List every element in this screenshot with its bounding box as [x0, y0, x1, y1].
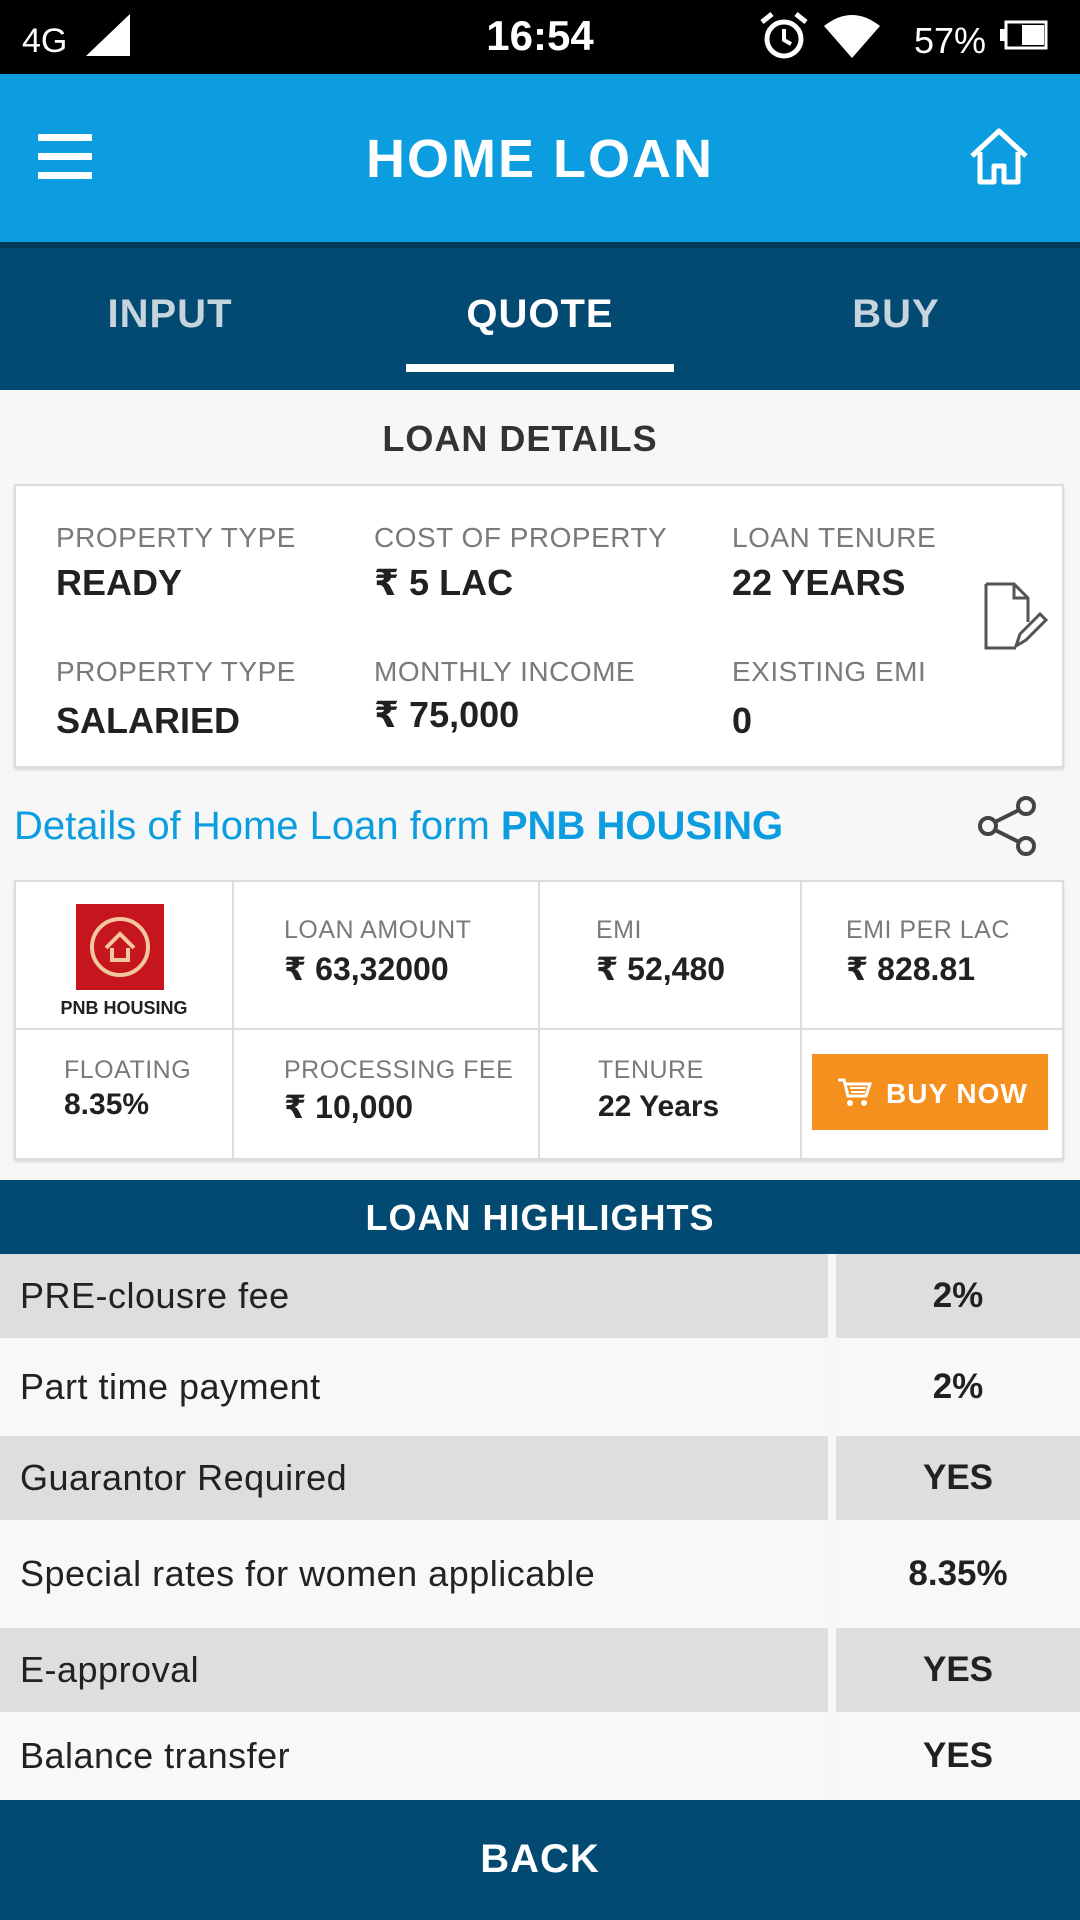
pnb-housing-logo — [76, 904, 164, 990]
highlight-value: YES — [836, 1712, 1080, 1800]
tab-buy[interactable]: BUY — [716, 292, 1076, 337]
emi-value: ₹ 52,480 — [596, 951, 726, 987]
wifi-icon — [824, 15, 880, 58]
heading-prefix: Details of Home Loan form — [14, 804, 501, 848]
detail-value: SALARIED — [56, 700, 241, 741]
highlight-name: Special rates for women applicable — [0, 1520, 828, 1628]
highlight-value: YES — [836, 1628, 1080, 1712]
share-icon[interactable] — [976, 796, 1042, 856]
loan-amount-value: ₹ 63,32000 — [284, 951, 449, 987]
highlight-value: 8.35% — [836, 1520, 1080, 1628]
lender-details-heading: Details of Home Loan form PNB HOUSING — [14, 804, 783, 849]
detail-label: COST OF PROPERTY — [374, 522, 668, 553]
buy-now-button[interactable]: BUY NOW — [812, 1054, 1048, 1130]
detail-label: PROPERTY TYPE — [56, 522, 296, 553]
battery-icon — [1000, 20, 1048, 50]
page-title: HOME LOAN — [366, 129, 714, 189]
tab-bar: INPUT QUOTE BUY — [0, 242, 1080, 390]
quote-card: PNB HOUSING LOAN AMOUNT ₹ 63,32000 EMI ₹… — [14, 880, 1064, 1160]
detail-label: EXISTING EMI — [732, 656, 927, 687]
logo-caption: PNB HOUSING — [60, 998, 188, 1018]
tenure-value: 22 Years — [598, 1090, 720, 1123]
highlight-row: Special rates for women applicable 8.35% — [0, 1520, 1080, 1628]
highlight-value: 2% — [836, 1338, 1080, 1436]
divider — [232, 882, 234, 1158]
detail-label: MONTHLY INCOME — [374, 656, 636, 687]
app-bar: HOME LOAN — [0, 74, 1080, 242]
active-tab-indicator — [406, 364, 674, 372]
loan-highlights-header: LOAN HIGHLIGHTS — [0, 1180, 1080, 1254]
tab-quote[interactable]: QUOTE — [360, 292, 720, 337]
rate-type-label: FLOATING — [64, 1056, 192, 1084]
tab-input[interactable]: INPUT — [0, 292, 350, 337]
emi-per-lac-value: ₹ 828.81 — [846, 951, 976, 987]
highlight-row: Balance transfer YES — [0, 1712, 1080, 1800]
edit-icon[interactable] — [982, 582, 1048, 652]
highlight-name: E-approval — [0, 1628, 828, 1712]
loan-amount-label: LOAN AMOUNT — [284, 916, 472, 944]
interest-rate-value: 8.35% — [64, 1088, 150, 1121]
processing-fee-label: PROCESSING FEE — [284, 1056, 514, 1084]
emi-per-lac-label: EMI PER LAC — [846, 916, 1010, 944]
highlight-value: YES — [836, 1436, 1080, 1520]
status-bar: 4G 16:54 57% — [0, 0, 1080, 74]
divider — [800, 882, 802, 1158]
highlight-row: PRE-clousre fee 2% — [0, 1254, 1080, 1338]
highlight-name: Part time payment — [0, 1338, 828, 1436]
detail-value: READY — [56, 562, 183, 603]
highlight-name: PRE-clousre fee — [0, 1254, 828, 1338]
highlight-row: Guarantor Required YES — [0, 1436, 1080, 1520]
alarm-icon — [760, 12, 808, 59]
detail-value: 0 — [732, 700, 753, 741]
detail-label: LOAN TENURE — [732, 522, 937, 553]
highlight-value: 2% — [836, 1254, 1080, 1338]
detail-value: ₹ 5 LAC — [374, 562, 514, 603]
cart-icon — [838, 1078, 872, 1106]
buy-now-label: BUY NOW — [886, 1078, 1028, 1109]
lender-name: PNB HOUSING — [500, 804, 784, 848]
highlight-name: Guarantor Required — [0, 1436, 828, 1520]
detail-value: ₹ 75,000 — [374, 694, 520, 735]
detail-value: 22 YEARS — [732, 562, 906, 603]
loan-details-card: PROPERTY TYPE READY COST OF PROPERTY ₹ 5… — [14, 484, 1064, 768]
highlight-row: E-approval YES — [0, 1628, 1080, 1712]
back-button[interactable]: BACK — [0, 1800, 1080, 1920]
highlight-name: Balance transfer — [0, 1712, 828, 1800]
highlight-row: Part time payment 2% — [0, 1338, 1080, 1436]
home-icon[interactable] — [968, 126, 1030, 186]
loan-details-title: LOAN DETAILS — [382, 418, 658, 459]
divider — [538, 882, 540, 1158]
emi-label: EMI — [596, 916, 642, 944]
processing-fee-value: ₹ 10,000 — [284, 1089, 414, 1125]
detail-label: PROPERTY TYPE — [56, 656, 296, 687]
battery-percent: 57% — [914, 20, 987, 61]
tenure-label: TENURE — [598, 1056, 704, 1084]
